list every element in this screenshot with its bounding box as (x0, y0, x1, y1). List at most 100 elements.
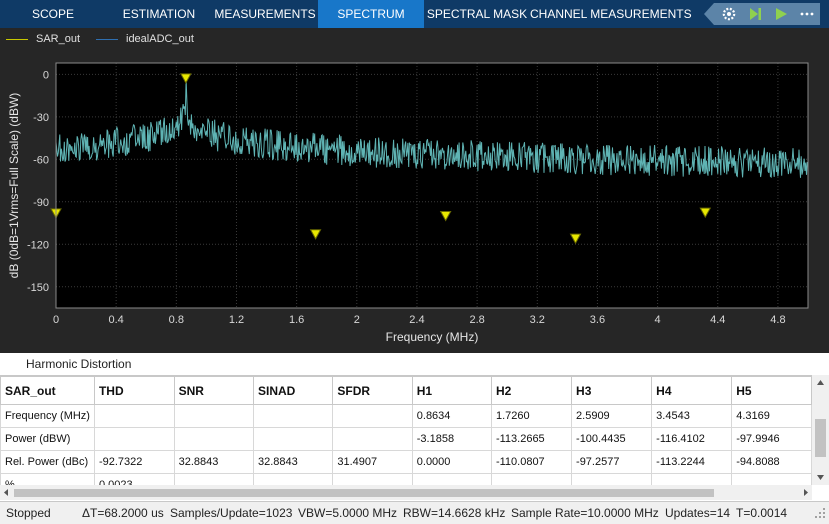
table-cell: -113.2244 (651, 450, 733, 474)
tab-spectral-mask[interactable]: SPECTRAL MASK (424, 0, 530, 28)
legend-label: SAR_out (36, 33, 81, 45)
column-header[interactable]: SFDR (332, 376, 413, 405)
table-cell: 32.8843 (173, 450, 255, 474)
vertical-scrollbar[interactable] (812, 375, 829, 485)
x-tick-label: 4 (655, 314, 661, 326)
x-tick-label: 4.8 (770, 314, 785, 326)
y-tick-label: -60 (33, 154, 49, 166)
scroll-up-icon[interactable] (812, 375, 829, 389)
table-cell: 2.5909 (571, 404, 653, 428)
y-tick-label: -30 (33, 112, 49, 124)
table-row: Power (dBW) -3.1858 -113.2665 -100.4435 -116… (0, 427, 812, 451)
status-bar: Stopped ΔT=68.2000 us Samples/Update=102… (0, 501, 829, 524)
resize-grip-icon[interactable] (813, 506, 827, 520)
table-cell: 31.4907 (332, 450, 413, 474)
table-cell (93, 404, 175, 428)
column-header[interactable]: H4 (651, 376, 733, 405)
y-tick-label: 0 (43, 69, 49, 81)
vertical-scroll-thumb[interactable] (815, 419, 826, 457)
table-cell (173, 427, 255, 451)
table-cell: -110.0807 (490, 450, 573, 474)
table-cell: 3.4543 (651, 404, 733, 428)
table-cell: 0.8634 (411, 404, 492, 428)
spectrum-plot[interactable]: 0 0.4 0.8 1.2 1.6 2 2.4 2.8 3.2 3.6 4 4.4 4.8 0 -30 -60… (0, 50, 829, 353)
x-tick-label: 0.4 (109, 314, 124, 326)
row-label: Frequency (MHz) (0, 404, 95, 428)
status-time: T=0.0014 (736, 506, 788, 520)
spectrum-chart[interactable]: 0 0.4 0.8 1.2 1.6 2 2.4 2.8 3.2 3.6 4 4.4 4.8 0 -30 -60… (0, 50, 829, 353)
legend-swatch (96, 38, 118, 40)
column-header[interactable]: THD (93, 376, 175, 405)
panel-title: Harmonic Distortion (26, 357, 132, 371)
tab-estimation[interactable]: ESTIMATION (106, 0, 212, 28)
table-cell: -92.7322 (93, 450, 175, 474)
column-header[interactable]: SAR_out (0, 376, 95, 405)
tab-scope[interactable]: SCOPE (0, 0, 106, 28)
scroll-left-icon[interactable] (0, 485, 12, 500)
table-cell (253, 427, 334, 451)
column-header[interactable]: H1 (411, 376, 492, 405)
horizontal-scroll-thumb[interactable] (14, 489, 714, 497)
x-tick-label: 3.2 (530, 314, 545, 326)
status-rbw: RBW=14.6628 kHz (403, 506, 506, 520)
run-controls (704, 3, 820, 25)
table-cell: 0.0000 (411, 450, 492, 474)
more-options-icon[interactable] (798, 6, 816, 22)
legend-item-sar-out[interactable]: SAR_out (6, 28, 80, 50)
play-icon[interactable] (772, 6, 790, 22)
y-tick-label: -120 (27, 239, 49, 251)
status-delta-t: ΔT=68.2000 us (82, 506, 164, 520)
legend-swatch (6, 38, 28, 40)
table-cell (93, 427, 175, 451)
settings-gear-icon[interactable] (720, 6, 738, 22)
harmonic-table: SAR_out THD SNR SINAD SFDR H1 H2 H3 H4 H5 Frequen… (0, 376, 812, 486)
column-header[interactable]: H3 (571, 376, 653, 405)
tab-spectrum[interactable]: SPECTRUM (318, 0, 424, 28)
y-tick-label: -150 (27, 282, 49, 294)
table-cell: 1.7260 (490, 404, 573, 428)
status-samples-per-update: Samples/Update=1023 (170, 506, 293, 520)
x-tick-label: 4.4 (710, 314, 725, 326)
table-row: Rel. Power (dBc) -92.7322 32.8843 32.8843 31… (0, 450, 812, 474)
tab-channel-measurements[interactable]: CHANNEL MEASUREMENTS (530, 0, 692, 28)
table-cell (173, 404, 255, 428)
scroll-down-icon[interactable] (812, 471, 829, 485)
plot-background (56, 63, 808, 308)
row-label: Rel. Power (dBc) (0, 450, 95, 474)
horizontal-scrollbar[interactable] (0, 485, 812, 500)
table-cell: -100.4435 (571, 427, 653, 451)
status-vbw: VBW=5.0000 MHz (298, 506, 398, 520)
table-cell: -3.1858 (411, 427, 492, 451)
x-tick-label: 1.6 (289, 314, 304, 326)
harmonic-distortion-panel: Harmonic Distortion SAR_out THD SNR SINAD SF… (0, 353, 829, 501)
table-cell (253, 404, 334, 428)
x-tick-label: 2.8 (469, 314, 484, 326)
legend-item-ideal-adc-out[interactable]: idealADC_out (96, 28, 194, 50)
scroll-right-icon[interactable] (800, 485, 812, 500)
status-state: Stopped (6, 506, 51, 520)
table-cell: 32.8843 (253, 450, 334, 474)
harmonic-table-container: SAR_out THD SNR SINAD SFDR H1 H2 H3 H4 H5 Frequen… (0, 375, 812, 486)
step-forward-icon[interactable] (746, 6, 764, 22)
table-cell: -97.2577 (571, 450, 653, 474)
x-tick-label: 1.2 (229, 314, 244, 326)
x-tick-label: 0.8 (169, 314, 184, 326)
table-cell: -113.2665 (490, 427, 573, 451)
y-axis-label: dB (0dB=1Vrms=Full Scale) (dBW) (7, 93, 21, 279)
column-header[interactable]: H5 (731, 376, 812, 405)
column-header[interactable]: SINAD (253, 376, 334, 405)
column-header[interactable]: H2 (490, 376, 573, 405)
tab-measurements[interactable]: MEASUREMENTS (212, 0, 318, 28)
x-tick-label: 2 (354, 314, 360, 326)
x-tick-label: 2.4 (409, 314, 424, 326)
table-cell (332, 427, 413, 451)
legend: SAR_out idealADC_out (0, 28, 829, 50)
table-row: Frequency (MHz) 0.8634 1.7260 2.5909 3.4543 4… (0, 404, 812, 428)
legend-label: idealADC_out (126, 33, 194, 45)
status-sample-rate: Sample Rate=10.0000 MHz (511, 506, 659, 520)
column-header[interactable]: SNR (173, 376, 255, 405)
table-cell: -94.8088 (731, 450, 812, 474)
y-tick-label: -90 (33, 197, 49, 209)
tool-area (700, 0, 829, 28)
toolbar: SCOPE ESTIMATION MEASUREMENTS SPECTRUM S… (0, 0, 829, 28)
